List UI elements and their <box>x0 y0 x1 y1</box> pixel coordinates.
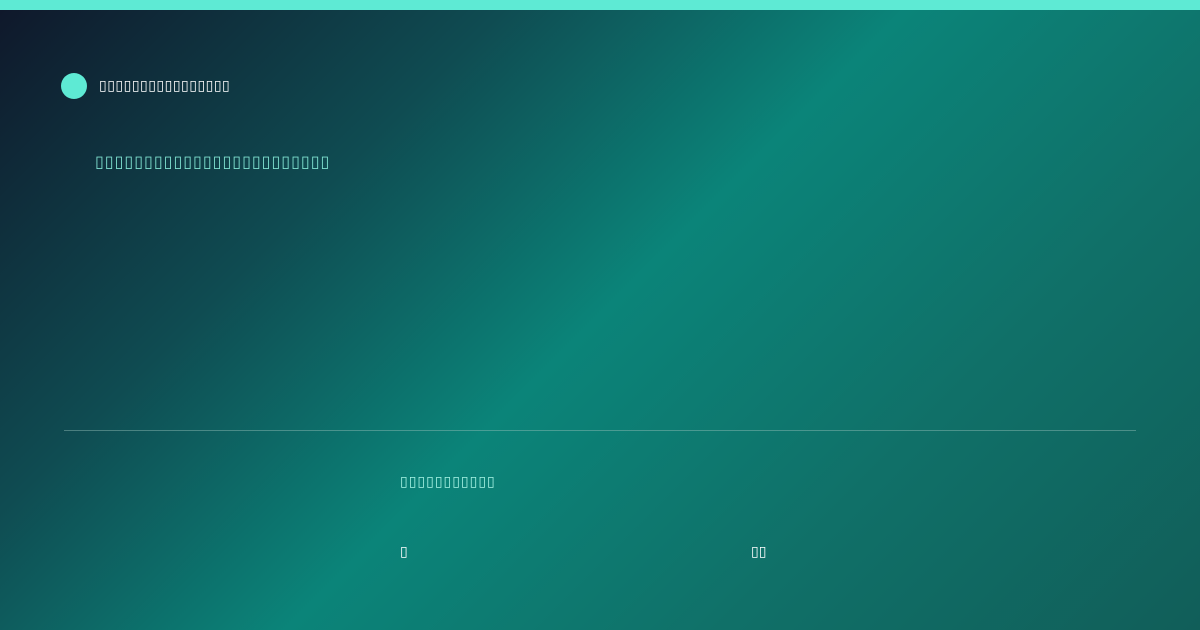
brand: ▯▯▯▯▯▯▯▯▯▯▯▯▯▯▯▯ <box>61 73 230 99</box>
accent-circle-icon <box>61 73 87 99</box>
divider <box>64 430 1136 431</box>
top-accent-bar <box>0 0 1200 10</box>
brand-name: ▯▯▯▯▯▯▯▯▯▯▯▯▯▯▯▯ <box>99 78 231 94</box>
footer-label: ▯▯▯▯▯▯▯▯▯▯▯ <box>400 474 496 490</box>
page-headline: ▯▯▯▯▯▯▯▯▯▯▯▯▯▯▯▯▯▯▯▯▯▯▯▯ <box>95 152 331 171</box>
footer-stat-right: ▯▯ <box>751 544 767 560</box>
footer-stat-left: ▯ <box>400 544 408 560</box>
